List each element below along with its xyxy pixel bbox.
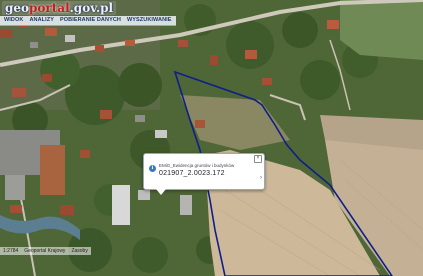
footer-link-geoportal[interactable]: Geoportal Krajowy (24, 247, 65, 255)
chevron-icon[interactable]: › (260, 175, 262, 181)
menu-pobieranie-danych[interactable]: POBIERANIE DANYCH (60, 16, 121, 25)
menu-wyszukiwanie[interactable]: WYSZUKIWANIE (127, 16, 172, 25)
parcel-info-popup: i EMiG_Ewidencja gruntów i budynków 0219… (143, 153, 265, 195)
parcel-id[interactable]: 021907_2.0023.172 (159, 170, 225, 177)
info-icon: i (149, 165, 156, 172)
logo-part-geo: geo (5, 1, 30, 15)
popup-tail (156, 189, 166, 195)
menu-widok[interactable]: WIDOK (4, 16, 23, 25)
geoportal-logo[interactable]: geo portal .gov.pl (2, 1, 117, 15)
logo-part-portal: portal (29, 1, 70, 15)
logo-part-domain: .gov.pl (69, 1, 114, 15)
close-icon[interactable]: × (254, 155, 262, 163)
popup-title: EMiG_Ewidencja gruntów i budynków (159, 163, 235, 168)
menu-analizy[interactable]: ANALIZY (29, 16, 54, 25)
scale-text: 1:2784 (3, 248, 19, 254)
map-footer: 1:2784 Geoportal Krajowy Zasoby (0, 247, 91, 255)
main-menu: WIDOK ANALIZY POBIERANIE DANYCH WYSZUKIW… (0, 16, 176, 26)
map-canvas[interactable] (0, 0, 423, 276)
footer-link-zasoby[interactable]: Zasoby (71, 247, 87, 255)
